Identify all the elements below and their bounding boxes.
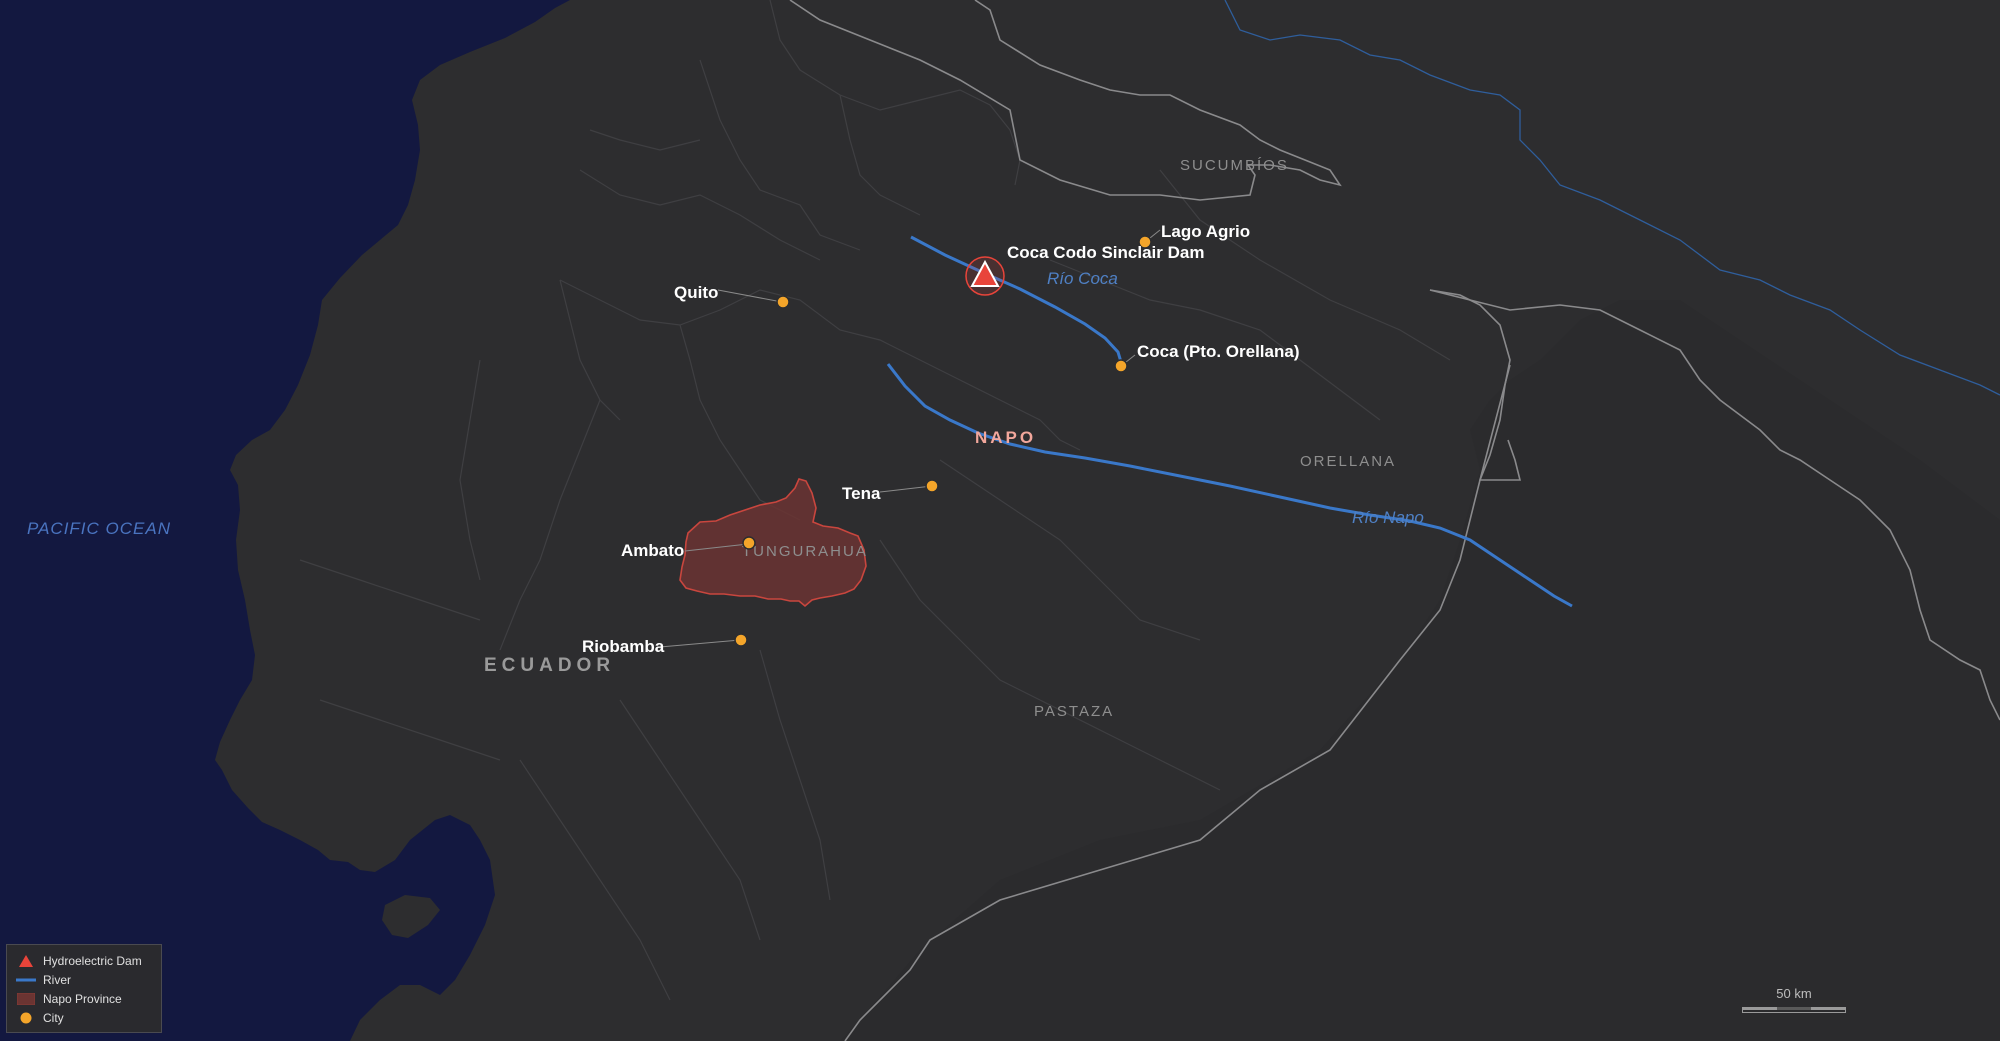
square-icon [15, 992, 37, 1006]
city-label-coca: Coca (Pto. Orellana) [1137, 342, 1299, 361]
dam-marker[interactable] [965, 256, 1005, 296]
city-marker-ambato[interactable] [742, 536, 756, 550]
map-canvas[interactable]: Río Coca Río Napo PACIFIC OCEAN ECUADOR … [0, 0, 2000, 1041]
legend-item-city: City [15, 1008, 153, 1027]
map-legend: Hydroelectric Dam River Napo Province Ci… [6, 944, 162, 1033]
triangle-icon [15, 954, 37, 968]
city-label-quito: Quito [674, 283, 718, 302]
scale-bar-graphic [1742, 1007, 1846, 1013]
country-label: ECUADOR [484, 655, 615, 676]
legend-item-dam: Hydroelectric Dam [15, 951, 153, 970]
napo-province-label: NAPO [975, 428, 1036, 447]
scale-bar: 50 km [1742, 986, 1846, 1013]
city-label-tena: Tena [842, 484, 881, 503]
city-label-riobamba: Riobamba [582, 637, 665, 656]
line-icon [15, 973, 37, 987]
city-label-lago-agrio: Lago Agrio [1161, 222, 1250, 241]
legend-label-city: City [43, 1010, 64, 1025]
legend-item-napo: Napo Province [15, 989, 153, 1008]
city-marker-tena[interactable] [925, 479, 939, 493]
city-marker-quito[interactable] [776, 295, 790, 309]
dam-label: Coca Codo Sinclair Dam [1007, 243, 1204, 262]
river-coca-label: Río Coca [1047, 269, 1118, 288]
province-label-sucumbios: SUCUMBÍOS [1180, 157, 1289, 174]
legend-label-napo: Napo Province [43, 991, 122, 1006]
city-marker-riobamba[interactable] [734, 633, 748, 647]
province-label-tungurahua: TUNGURAHUA [742, 543, 868, 560]
scale-label: 50 km [1776, 986, 1812, 1001]
city-label-ambato: Ambato [621, 541, 684, 560]
city-marker-coca[interactable] [1114, 359, 1128, 373]
river-napo-label: Río Napo [1352, 508, 1424, 527]
province-label-orellana: ORELLANA [1300, 453, 1396, 470]
circle-icon [15, 1011, 37, 1025]
province-label-pastaza: PASTAZA [1034, 703, 1114, 720]
legend-label-river: River [43, 972, 72, 987]
legend-item-river: River [15, 970, 153, 989]
legend-label-dam: Hydroelectric Dam [43, 953, 142, 968]
ocean-label: PACIFIC OCEAN [27, 519, 171, 538]
